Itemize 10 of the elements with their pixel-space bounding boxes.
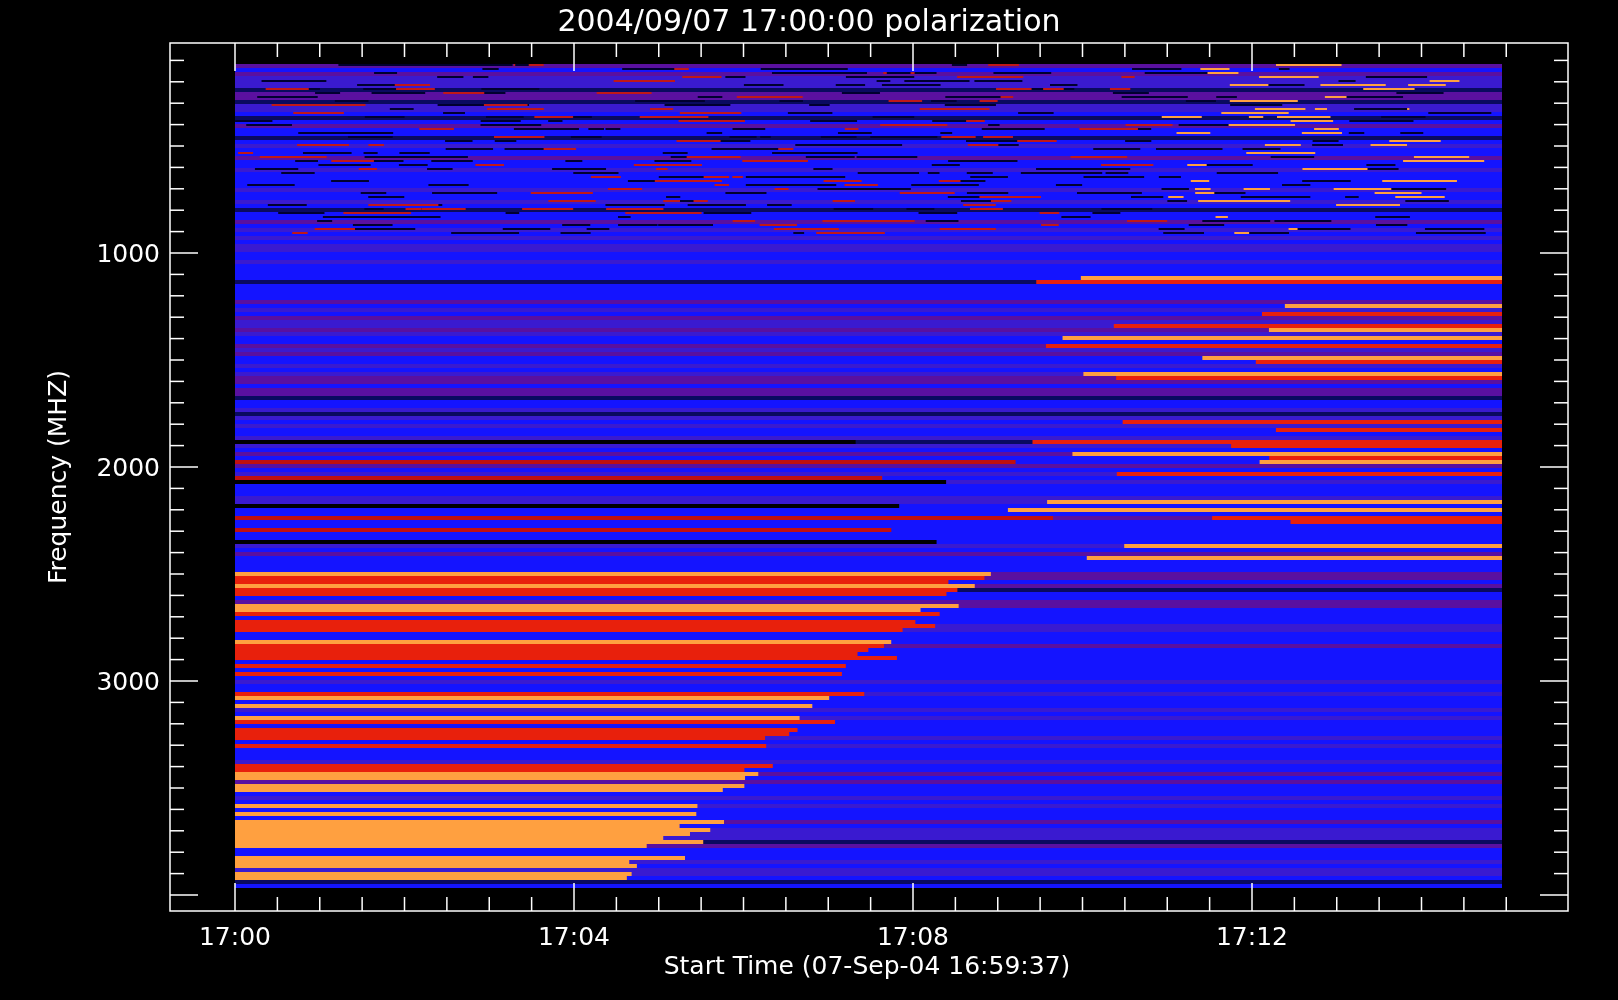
- y-tick-label: 2000: [96, 453, 160, 482]
- y-axis-label: Frequency (MHZ): [43, 369, 72, 585]
- x-axis-label: Start Time (07-Sep-04 16:59:37): [663, 951, 1071, 980]
- x-tick-label: 17:08: [877, 922, 949, 951]
- chart-title: 2004/09/07 17:00:00 polarization: [557, 3, 1061, 38]
- x-tick-label: 17:12: [1216, 922, 1288, 951]
- x-tick-label: 17:04: [538, 922, 610, 951]
- y-tick-label: 3000: [96, 667, 160, 696]
- y-tick-label: 1000: [96, 239, 160, 268]
- x-tick-label: 17:00: [199, 922, 271, 951]
